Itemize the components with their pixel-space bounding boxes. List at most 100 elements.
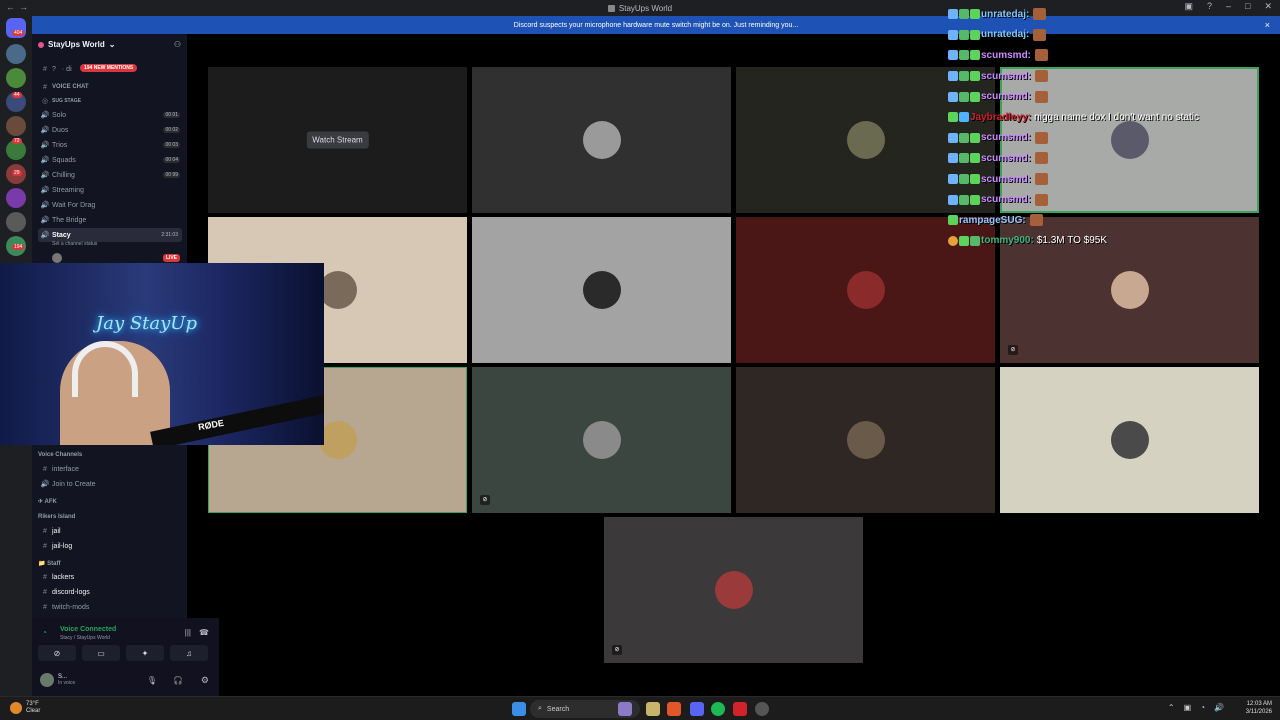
voice-channel-the-bridge[interactable]: 🔊 The Bridge [38, 213, 182, 227]
spotify-icon[interactable] [711, 702, 725, 716]
headphones-icon[interactable]: 🎧 [173, 676, 183, 685]
network-icon[interactable]: ◔ [1200, 703, 1205, 712]
pin-icon: ✈ [38, 499, 44, 505]
noise-suppression-icon[interactable]: ||| [185, 628, 191, 637]
obs-icon[interactable] [755, 702, 769, 716]
voice-channel-solo[interactable]: 🔊 Solo 00 01 [38, 108, 182, 122]
chat-message: scumsmd: [948, 45, 1280, 66]
chat-message: scumsmd: [948, 189, 1280, 210]
clock[interactable]: 12:03 AM 3/11/2026 [1246, 700, 1272, 716]
server-badge-icon [38, 41, 44, 48]
voice-channel-join-to-create[interactable]: 🔊 Join to Create [38, 477, 182, 491]
app-icon[interactable] [618, 702, 632, 716]
voice-channel-wait-for-drag[interactable]: 🔊 Wait For Drag [38, 198, 182, 212]
avatar [846, 271, 885, 309]
adobe-icon[interactable] [733, 702, 747, 716]
voice-connection-panel: ◔ Voice Connected Stacy / StayUps World … [32, 618, 219, 698]
watch-stream-button[interactable]: Watch Stream [306, 131, 369, 149]
mention-badge: 29 [12, 170, 22, 176]
participant-tile[interactable] [1000, 367, 1259, 513]
stream-tile[interactable]: Watch Stream [208, 67, 467, 213]
avatar [318, 421, 357, 459]
voice-channel-stacy[interactable]: 🔊 Stacy 2:31:03 [38, 228, 182, 242]
camera-off-icon: ⊘ [53, 648, 61, 658]
mention-badge: 72 [12, 138, 22, 144]
chat-message: scumsmd: [948, 128, 1280, 149]
chevron-up-icon[interactable]: ⌃ [1168, 703, 1175, 712]
history-nav-icons[interactable]: ←→ [6, 2, 32, 12]
text-channel-lackers[interactable]: # lackers [38, 570, 182, 584]
weather-widget[interactable]: 73°F Clear [10, 701, 40, 715]
sub-badge-icon [959, 132, 969, 143]
soundboard-button[interactable]: ♫ [170, 645, 208, 661]
text-channel-interface[interactable]: # interface [38, 462, 182, 476]
text-channel-discord-logs[interactable]: # discord-logs [38, 585, 182, 599]
stage-channel[interactable]: ◎ SUG STAGE [38, 94, 182, 108]
folder-icon: 📁 [38, 561, 46, 567]
server-header[interactable]: StayUps World ⌄ [38, 40, 115, 49]
server-icon[interactable] [6, 212, 26, 232]
stage-icon: ◎ [41, 98, 49, 105]
participant-tile[interactable]: ⊘ [472, 367, 731, 513]
speaker-icon: 🔊 [40, 481, 50, 488]
server-icon[interactable] [6, 44, 26, 64]
avatar [318, 271, 357, 309]
staff-category[interactable]: 📁 Staff [38, 560, 61, 567]
activities-button[interactable]: ✦ [126, 645, 164, 661]
voice-chat-category[interactable]: # VOICE CHAT [38, 80, 182, 94]
screen-share-button[interactable]: ▭ [82, 645, 120, 661]
voice-channel-trios[interactable]: 🔊 Trios 00 03 [38, 138, 182, 152]
voice-channel-duos[interactable]: 🔊 Duos 00 02 [38, 123, 182, 137]
afk-category[interactable]: ✈ AFK [38, 498, 57, 505]
voice-channel-squads[interactable]: 🔊 Squads 00 04 [38, 153, 182, 167]
volume-icon[interactable]: 🔊 [1214, 703, 1224, 712]
avatar [846, 121, 885, 159]
file-explorer-icon[interactable] [646, 702, 660, 716]
participant-tile[interactable]: ⊘ [604, 517, 863, 663]
sub-badge-icon [959, 71, 969, 82]
new-mentions-pill[interactable]: 194 NEW MENTIONS [80, 64, 138, 72]
microphone-icon[interactable]: 🎙 [147, 676, 157, 685]
disconnect-icon[interactable]: ☎ [199, 628, 209, 637]
voice-channel-streaming[interactable]: 🔊 Streaming [38, 183, 182, 197]
avatar[interactable] [40, 673, 54, 687]
voice-location[interactable]: Stacy / StayUps World [60, 635, 110, 641]
text-channel-jail-log[interactable]: # jail-log [38, 539, 182, 553]
server-icon[interactable] [6, 68, 26, 88]
windows-start-icon[interactable] [512, 702, 526, 716]
webcam-overlay: Jay StayUp RØDE [0, 263, 324, 445]
mod-badge-icon [948, 29, 958, 40]
video-off-button[interactable]: ⊘ [38, 645, 76, 661]
text-channel-twitch-mods[interactable]: # twitch-mods [38, 600, 182, 614]
tray-app-icon[interactable]: ▣ [1184, 703, 1192, 712]
voice-status[interactable]: Voice Connected [60, 626, 116, 633]
gear-icon[interactable]: ⚙ [201, 675, 209, 686]
participant-tile[interactable] [472, 217, 731, 363]
time: 12:03 AM [1246, 701, 1272, 707]
brave-browser-icon[interactable] [667, 702, 681, 716]
server-icon[interactable] [6, 188, 26, 208]
rikers-category[interactable]: Rikers Island [38, 514, 75, 520]
emote-icon [1035, 90, 1049, 103]
voice-channel-chilling[interactable]: 🔊 Chilling 00 99 [38, 168, 182, 182]
text-channel-jail[interactable]: # jail [38, 524, 182, 538]
chat-message: unratedaj: [948, 25, 1280, 46]
chat-message: rampageSUG: [948, 210, 1280, 231]
signal-icon: ◔ [42, 628, 47, 637]
participant-tile[interactable] [736, 367, 995, 513]
invite-icon[interactable]: ⚇ [174, 40, 181, 49]
mod-badge-icon [948, 50, 958, 61]
mention-badge: 44 [12, 92, 22, 98]
discord-icon[interactable] [690, 702, 704, 716]
mod-badge-icon [948, 174, 958, 185]
neon-sign: Jay StayUp [96, 313, 197, 334]
channel-status-hint[interactable]: Set a channel status [52, 241, 97, 247]
mention-badge: 404 [12, 30, 25, 36]
sub-badge-icon [959, 91, 969, 102]
weather-condition: Clear [26, 708, 41, 714]
voice-channels-category[interactable]: Voice Channels [38, 452, 82, 458]
chat-message: scumsmd: [948, 66, 1280, 87]
date: 3/11/2026 [1245, 709, 1272, 715]
server-icon[interactable] [6, 116, 26, 136]
participant-tile[interactable] [472, 67, 731, 213]
